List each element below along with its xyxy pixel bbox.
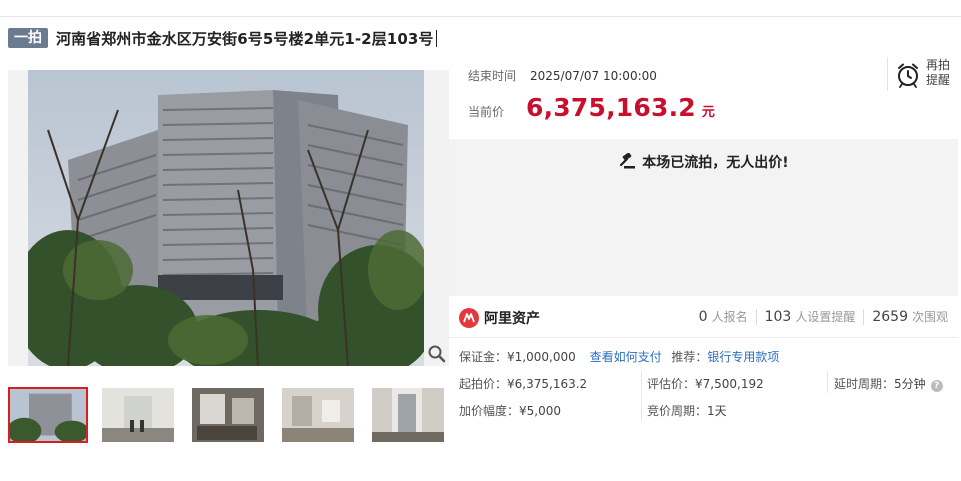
end-time-label: 结束时间 [468,69,517,83]
current-price-value: 6,375,163.2 [526,93,696,122]
thumbnail-4[interactable] [282,388,354,442]
auction-status-box: 本场已流拍，无人出价! [449,139,958,296]
column-divider [827,371,828,393]
end-time-value: 2025/07/07 10:00:00 [530,69,657,83]
start-price-value: ¥6,375,163.2 [507,377,588,391]
signup-count: 0 [698,308,708,325]
delay-label: 延时周期： [834,377,895,391]
deposit-value: ¥1,000,000 [507,350,576,364]
thumbnail-strip [8,387,449,444]
alarm-clock-icon [898,63,918,88]
thumbnail-5[interactable] [372,388,444,442]
title-row: 一拍 河南省郑州市金水区万安街6号5号楼2单元1-2层103号 [8,27,437,49]
gavel-icon [620,153,636,169]
reminder-count: 103 [764,308,792,325]
brand[interactable]: 阿里资产 [459,308,540,328]
thumbnail-3[interactable] [192,388,264,442]
thumbnail-2[interactable] [102,388,174,442]
stat-divider [863,308,865,325]
start-price-label: 起拍价： [459,377,508,391]
stat-divider [755,308,757,325]
brand-name: 阿里资产 [484,311,540,327]
end-time-row: 结束时间 2025/07/07 10:00:00 [468,67,657,84]
recommend-link[interactable]: 银行专用款项 [707,350,779,364]
view-unit: 次围观 [911,310,948,324]
delay-row: 延时周期：5分钟? [834,375,943,392]
auction-info-panel: 结束时间 2025/07/07 10:00:00 当前价 6,375,163.2 … [449,55,958,445]
bid-cycle-row: 竞价周期：1天 [647,402,727,419]
building-photo [8,70,449,366]
view-count: 2659 [872,308,908,325]
relist-remind-label: 再拍提醒 [926,58,951,87]
stats: 0 人报名 103 人设置提醒 2659 次围观 [699,308,948,325]
main-photo[interactable] [8,70,449,366]
deposit-label: 保证金： [459,350,508,364]
current-price-row: 当前价 6,375,163.2 元 [468,93,715,125]
current-price-unit: 元 [701,105,715,120]
question-mark-icon[interactable]: ? [930,380,943,392]
text-caret [435,29,437,47]
reminder-unit: 人设置提醒 [795,310,856,324]
magnifier-icon[interactable] [427,344,447,364]
deposit-row: 保证金：¥1,000,000 查看如何支付 推荐：银行专用款项 [459,348,779,365]
delay-value: 5分钟 [894,377,926,391]
appraisal-label: 评估价： [647,377,696,391]
increment-label: 加价幅度： [459,404,520,418]
lot-title: 河南省郑州市金水区万安街6号5号楼2单元1-2层103号 [56,29,434,48]
ali-assets-logo [459,308,479,328]
round-tag: 一拍 [8,28,48,48]
brand-stats-row: 阿里资产 0 人报名 103 人设置提醒 2659 次围观 [449,296,958,338]
thumbnail-1[interactable] [8,387,88,443]
status-text: 本场已流拍，无人出价! [642,155,789,171]
how-to-pay-link[interactable]: 查看如何支付 [590,350,662,364]
start-price-row: 起拍价：¥6,375,163.2 [459,375,587,392]
signup-unit: 人报名 [711,310,748,324]
status-line: 本场已流拍，无人出价! [449,152,958,172]
increment-value: ¥5,000 [519,404,562,418]
column-divider [641,371,642,421]
appraisal-value: ¥7,500,192 [695,377,764,391]
appraisal-row: 评估价：¥7,500,192 [647,375,764,392]
current-price-label: 当前价 [468,105,505,119]
relist-remind-button[interactable]: 再拍提醒 [887,57,953,91]
bid-cycle-value: 1天 [707,404,727,418]
recommend-label: 推荐： [671,350,708,364]
bid-cycle-label: 竞价周期： [647,404,708,418]
increment-row: 加价幅度：¥5,000 [459,402,561,419]
